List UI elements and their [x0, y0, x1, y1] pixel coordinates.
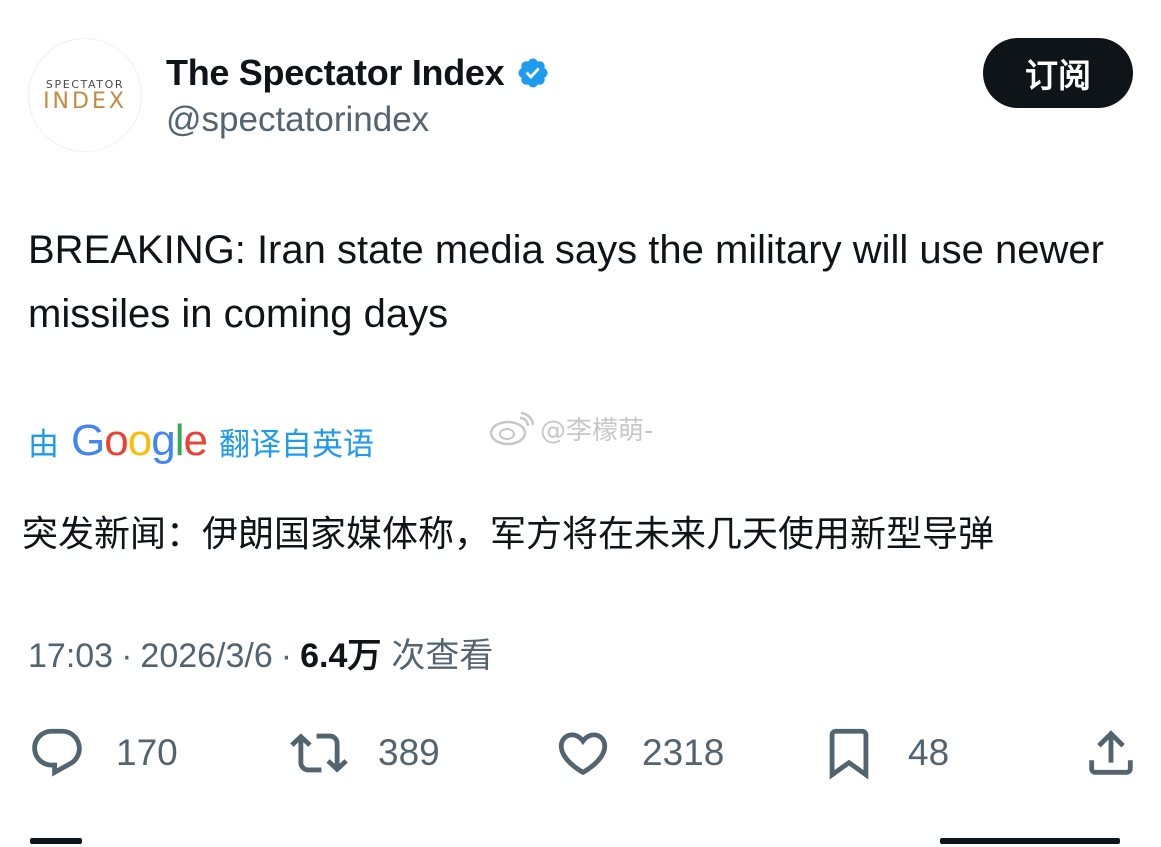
- retweet-button[interactable]: 389: [290, 718, 440, 788]
- translated-text: 突发新闻：伊朗国家媒体称，军方将在未来几天使用新型导弹: [22, 514, 995, 555]
- meta-separator: ·: [280, 637, 293, 675]
- bookmark-icon: [829, 728, 869, 780]
- views-count[interactable]: 6.4万: [300, 628, 381, 677]
- retweet-count: 389: [378, 732, 440, 773]
- like-count: 2318: [642, 732, 725, 773]
- cutoff-fragment: [940, 838, 1120, 844]
- reply-count: 170: [116, 732, 178, 773]
- tweet-header: SPECTATOR INDEX The Spectator Index @spe…: [28, 38, 1133, 156]
- like-button[interactable]: 2318: [554, 718, 724, 788]
- cutoff-fragment: [30, 838, 82, 844]
- author-name-row: The Spectator Index: [166, 52, 550, 94]
- tweet-text: BREAKING: Iran state media says the mili…: [28, 228, 1104, 336]
- subscribe-button[interactable]: 订阅: [983, 38, 1133, 108]
- google-logo: Google: [71, 416, 208, 465]
- next-section-cutoff: [0, 828, 1161, 847]
- views-label: 次查看: [391, 636, 494, 676]
- meta-separator: ·: [121, 637, 133, 675]
- avatar-logo-line2: INDEX: [43, 89, 127, 114]
- author-display-name[interactable]: The Spectator Index: [166, 52, 505, 94]
- share-icon: [1089, 730, 1133, 775]
- action-bar: 170 389 2318 48: [0, 718, 1161, 788]
- heart-icon: [558, 732, 608, 776]
- author-handle[interactable]: @spectatorindex: [166, 100, 429, 140]
- tweet-time[interactable]: 17:03: [28, 637, 113, 676]
- translation-suffix: 翻译自英语: [218, 426, 374, 463]
- translation-attribution[interactable]: 由 Google 翻译自英语: [28, 416, 374, 466]
- bookmark-button[interactable]: 48: [820, 718, 949, 788]
- translation-prefix: 由: [28, 426, 59, 463]
- watermark: @李檬萌-: [488, 410, 653, 447]
- reply-button[interactable]: 170: [28, 718, 178, 788]
- tweet-meta: 17:03 · 2026/3/6 · 6.4万 次查看: [28, 628, 493, 677]
- verified-badge-icon: [518, 58, 548, 88]
- watermark-text: @李檬萌-: [540, 416, 654, 446]
- reply-icon: [32, 728, 82, 777]
- tweet-date[interactable]: 2026/3/6: [140, 637, 272, 676]
- avatar[interactable]: SPECTATOR INDEX: [28, 38, 142, 152]
- retweet-icon: [290, 733, 348, 773]
- bookmark-count: 48: [908, 732, 950, 773]
- weibo-icon: [489, 411, 534, 445]
- share-button[interactable]: [1082, 718, 1140, 788]
